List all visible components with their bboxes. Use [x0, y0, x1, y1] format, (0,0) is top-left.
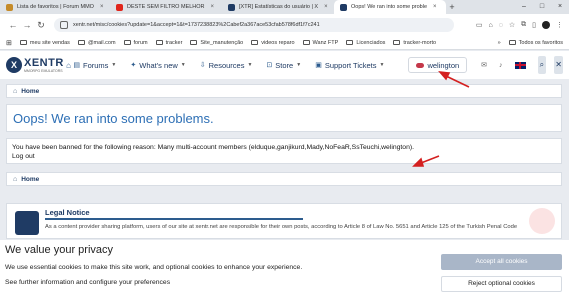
cookie-preferences-link[interactable]: See further information and configure yo…: [5, 279, 170, 286]
reject-optional-cookies-button[interactable]: Reject optional cookies: [441, 276, 562, 292]
cookie-banner-text: We use essential cookies to make this si…: [5, 264, 303, 271]
arrow-to-username: [438, 70, 470, 88]
accept-all-cookies-button[interactable]: Accept all cookies: [441, 254, 562, 270]
cookie-banner: We value your privacy We use essential c…: [0, 240, 569, 300]
cookie-banner-title: We value your privacy: [5, 244, 114, 256]
arrow-to-ban-message: [412, 155, 440, 167]
